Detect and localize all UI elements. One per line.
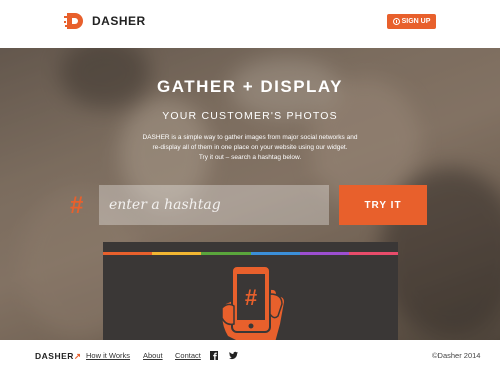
twitter-icon[interactable] — [229, 351, 238, 360]
power-icon — [392, 18, 400, 25]
brand-accent-icon: ↗ — [73, 351, 82, 361]
footer-brand[interactable]: DASHER↗ — [35, 351, 82, 362]
footer-link-how-it-works[interactable]: How it Works — [86, 351, 130, 360]
try-it-button[interactable]: TRY IT — [339, 185, 427, 225]
hero-description: DASHER is a simple way to gather images … — [142, 134, 358, 161]
footer-link-about[interactable]: About — [143, 351, 163, 360]
hero-title: GATHER + DISPLAY — [156, 77, 343, 96]
copyright-text: ©Dasher 2014 — [432, 351, 481, 360]
widget-preview: # — [103, 242, 398, 340]
sign-up-label: SIGN UP — [401, 18, 431, 25]
svg-text:#: # — [245, 285, 257, 310]
brand-logo[interactable]: DASHER — [64, 10, 146, 32]
footer-link-contact[interactable]: Contact — [175, 351, 201, 360]
dasher-logo-icon — [64, 13, 83, 29]
footer: DASHER↗ How it Works About Contact ©Dash… — [0, 340, 500, 375]
hero-subtitle: YOUR CUSTOMER'S PHOTOS — [162, 110, 338, 122]
hashtag-symbol: # — [70, 192, 84, 219]
sign-up-button[interactable]: SIGN UP — [387, 14, 436, 29]
phone-hashtag-icon: # — [221, 265, 284, 340]
facebook-icon[interactable] — [210, 351, 218, 360]
brand-name: DASHER — [92, 14, 146, 28]
hero-section: GATHER + DISPLAY YOUR CUSTOMER'S PHOTOS … — [0, 48, 500, 340]
color-stripe — [103, 252, 398, 255]
top-header: DASHER SIGN UP — [0, 0, 500, 48]
hashtag-search-input[interactable] — [99, 185, 329, 225]
